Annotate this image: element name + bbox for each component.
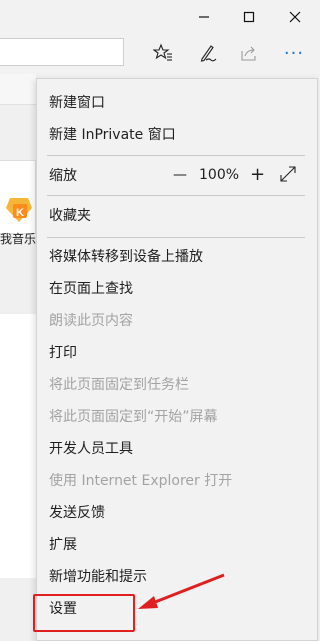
annotation-arrow-icon: [138, 573, 225, 609]
